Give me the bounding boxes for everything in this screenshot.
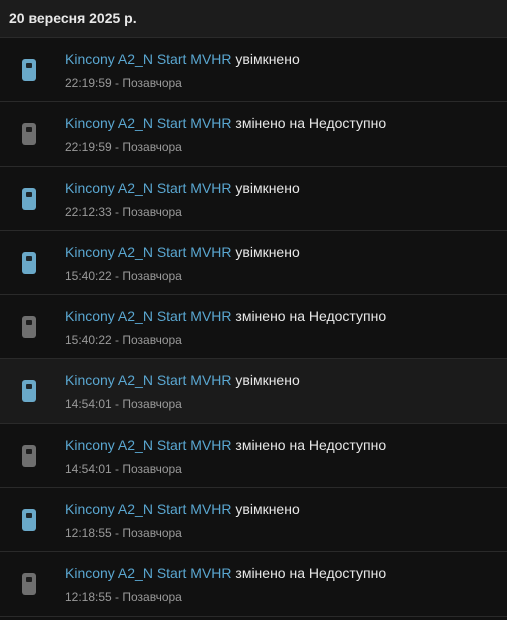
entity-link[interactable]: Kincony A2_N Start MVHR xyxy=(65,308,232,324)
entity-link[interactable]: Kincony A2_N Start MVHR xyxy=(65,51,232,67)
switch-icon xyxy=(21,444,37,468)
entry-day: Позавчора xyxy=(122,76,182,90)
entry-separator: - xyxy=(111,76,123,90)
entry-time: 22:12:33 xyxy=(65,204,112,219)
entry-time: 14:54:01 xyxy=(65,461,112,476)
switch-icon xyxy=(21,122,37,146)
entry-time: 22:19:59 xyxy=(65,140,112,155)
entry-action: змінено на Недоступно xyxy=(235,436,387,453)
entry-action: увімкнено xyxy=(235,243,300,260)
entry-separator: - xyxy=(111,333,123,348)
entry-message: Kincony A2_N Start MVHR увімкнено xyxy=(65,180,300,196)
logbook-entry[interactable]: Kincony A2_N Start MVHR увімкнено 14:54:… xyxy=(0,359,507,424)
entry-day: Позавчора xyxy=(122,397,182,412)
logbook-entry[interactable]: Kincony A2_N Start MVHR змінено на Недос… xyxy=(0,102,507,167)
entry-action: увімкнено xyxy=(235,501,300,518)
entry-time: 15:40:22 xyxy=(65,268,112,283)
entry-day: Позавчора xyxy=(122,204,182,219)
logbook-entry[interactable]: Kincony A2_N Start MVHR увімкнено 12:18:… xyxy=(0,488,507,553)
entry-meta: 22:19:59 - Позавчора xyxy=(65,140,182,154)
entry-day: Позавчора xyxy=(122,461,182,476)
entry-message: Kincony A2_N Start MVHR змінено на Недос… xyxy=(65,437,386,453)
entry-message: Kincony A2_N Start MVHR увімкнено xyxy=(65,372,300,388)
entry-action: увімкнено xyxy=(235,372,300,389)
entity-link[interactable]: Kincony A2_N Start MVHR xyxy=(65,180,232,196)
entry-meta: 12:18:55 - Позавчора xyxy=(65,526,182,540)
entry-message: Kincony A2_N Start MVHR змінено на Недос… xyxy=(65,115,386,131)
entry-meta: 14:54:01 - Позавчора xyxy=(65,397,182,411)
entry-meta: 15:40:22 - Позавчора xyxy=(65,333,182,347)
entity-link[interactable]: Kincony A2_N Start MVHR xyxy=(65,372,232,388)
logbook-entry[interactable]: Kincony A2_N Start MVHR увімкнено 22:12:… xyxy=(0,166,507,231)
switch-icon xyxy=(21,58,37,82)
entry-meta: 22:19:59 - Позавчора xyxy=(65,76,182,90)
entry-time: 22:19:59 xyxy=(65,76,112,90)
switch-icon xyxy=(21,379,37,403)
entry-action: змінено на Недоступно xyxy=(235,565,387,582)
entity-link[interactable]: Kincony A2_N Start MVHR xyxy=(65,501,232,517)
entry-meta: 12:18:55 - Позавчора xyxy=(65,590,182,604)
switch-icon xyxy=(21,315,37,339)
entry-separator: - xyxy=(111,140,123,155)
entity-link[interactable]: Kincony A2_N Start MVHR xyxy=(65,437,232,453)
entry-message: Kincony A2_N Start MVHR увімкнено xyxy=(65,244,300,260)
entry-day: Позавчора xyxy=(122,268,182,283)
entry-action: змінено на Недоступно xyxy=(235,308,387,325)
logbook-entry[interactable]: Kincony A2_N Start MVHR змінено на Недос… xyxy=(0,552,507,617)
entity-link[interactable]: Kincony A2_N Start MVHR xyxy=(65,565,232,581)
entry-message: Kincony A2_N Start MVHR увімкнено xyxy=(65,51,300,67)
entry-separator: - xyxy=(111,461,123,476)
entry-action: увімкнено xyxy=(235,179,300,196)
logbook-entry[interactable]: Kincony A2_N Start MVHR змінено на Недос… xyxy=(0,423,507,489)
entry-separator: - xyxy=(111,204,123,219)
entry-day: Позавчора xyxy=(122,590,182,605)
entry-action: увімкнено xyxy=(235,51,300,67)
entry-meta: 22:12:33 - Позавчора xyxy=(65,205,182,219)
entry-separator: - xyxy=(111,268,123,283)
entry-message: Kincony A2_N Start MVHR змінено на Недос… xyxy=(65,565,386,581)
logbook-entry-list: Kincony A2_N Start MVHR увімкнено 22:19:… xyxy=(0,38,507,617)
entry-time: 14:54:01 xyxy=(65,397,112,412)
entry-day: Позавчора xyxy=(122,333,182,348)
entry-meta: 14:54:01 - Позавчора xyxy=(65,462,182,476)
entity-link[interactable]: Kincony A2_N Start MVHR xyxy=(65,244,232,260)
entry-time: 12:18:55 xyxy=(65,590,112,605)
entry-message: Kincony A2_N Start MVHR увімкнено xyxy=(65,501,300,517)
logbook-entry[interactable]: Kincony A2_N Start MVHR увімкнено 22:19:… xyxy=(0,38,507,103)
logbook-entry[interactable]: Kincony A2_N Start MVHR змінено на Недос… xyxy=(0,295,507,360)
entry-time: 15:40:22 xyxy=(65,333,112,348)
entry-separator: - xyxy=(111,590,123,605)
entry-meta: 15:40:22 - Позавчора xyxy=(65,269,182,283)
entry-time: 12:18:55 xyxy=(65,526,112,541)
entry-separator: - xyxy=(111,526,123,541)
entity-link[interactable]: Kincony A2_N Start MVHR xyxy=(65,115,232,131)
date-header: 20 вересня 2025 р. xyxy=(0,0,507,38)
switch-icon xyxy=(21,251,37,275)
entry-message: Kincony A2_N Start MVHR змінено на Недос… xyxy=(65,308,386,324)
entry-action: змінено на Недоступно xyxy=(235,115,387,132)
logbook-entry[interactable]: Kincony A2_N Start MVHR увімкнено 15:40:… xyxy=(0,230,507,296)
switch-icon xyxy=(21,572,37,596)
entry-day: Позавчора xyxy=(122,526,182,541)
switch-icon xyxy=(21,187,37,211)
entry-separator: - xyxy=(111,397,123,412)
entry-day: Позавчора xyxy=(122,140,182,155)
switch-icon xyxy=(21,508,37,532)
